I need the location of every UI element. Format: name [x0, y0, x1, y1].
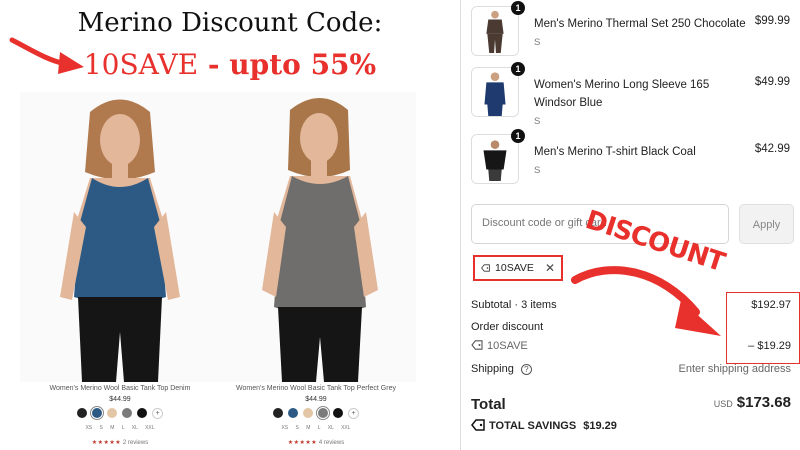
promo-offer: - upto 55%	[198, 48, 377, 81]
remove-discount-icon[interactable]: ✕	[545, 261, 555, 275]
applied-code: 10SAVE	[495, 262, 534, 274]
swatch-grey[interactable]	[122, 408, 132, 418]
cart-item-variant: S	[534, 116, 541, 127]
swatch-beige[interactable]	[303, 408, 313, 418]
product-photo[interactable]	[20, 92, 220, 382]
cart-item-thumbnail	[471, 67, 519, 117]
swatch-grey[interactable]	[316, 406, 330, 420]
shipping-value: Enter shipping address	[678, 363, 791, 375]
product-photo[interactable]	[216, 92, 416, 382]
tag-icon	[471, 419, 485, 431]
product-reviews[interactable]: ★★★★★ 4 reviews	[216, 439, 416, 446]
quantity-badge: 1	[511, 62, 525, 76]
tag-icon	[481, 264, 490, 272]
product-card[interactable]: Women's Merino Wool Basic Tank Top Perfe…	[216, 92, 416, 447]
size-list: XS S M L XL XXL	[85, 425, 155, 431]
quantity-badge: 1	[511, 1, 525, 15]
size-list: XS S M L XL XXL	[281, 425, 351, 431]
total-savings-row: TOTAL SAVINGS $19.29	[471, 419, 797, 432]
total-label: Total	[471, 396, 506, 413]
cart-item-title: Women's Merino Long Sleeve 165 Windsor B…	[534, 79, 710, 109]
discount-highlight-box	[726, 292, 800, 364]
star-rating-icon: ★★★★★	[91, 440, 122, 446]
total-row: Total USD $173.68	[471, 394, 797, 413]
product-price: $44.99	[109, 396, 131, 403]
cart-item-name: Men's Merino Thermal Set 250 Chocolate S	[534, 15, 749, 52]
product-card[interactable]: Women's Merino Wool Basic Tank Top Denim…	[20, 92, 220, 447]
red-arrow-icon	[571, 266, 721, 336]
swatch-beige[interactable]	[107, 408, 117, 418]
cart-item-name: Women's Merino Long Sleeve 165 Windsor B…	[534, 76, 749, 131]
more-swatches-button[interactable]: +	[348, 408, 359, 419]
more-swatches-button[interactable]: +	[152, 408, 163, 419]
savings-label: TOTAL SAVINGS	[489, 420, 577, 432]
savings-value: $19.29	[583, 420, 617, 432]
swatch-denim[interactable]	[288, 408, 298, 418]
color-swatches: +	[216, 406, 416, 420]
help-circle-icon[interactable]: ?	[520, 364, 532, 375]
cart-item-variant: S	[534, 165, 541, 176]
order-discount-label: Order discount	[471, 321, 544, 333]
cart-item-title: Men's Merino Thermal Set 250 Chocolate	[534, 18, 746, 30]
swatch-coal[interactable]	[137, 408, 147, 418]
cart-item: 1 Men's Merino T-shirt Black Coal S $42.…	[471, 129, 796, 184]
cart-item-price: $42.99	[754, 143, 790, 155]
cart-item-name: Men's Merino T-shirt Black Coal S	[534, 143, 749, 180]
product-price: $44.99	[305, 396, 327, 403]
cart-item: 1 Women's Merino Long Sleeve 165 Windsor…	[471, 62, 796, 127]
swatch-black[interactable]	[77, 408, 87, 418]
cart-item: 1 Men's Merino Thermal Set 250 Chocolate…	[471, 1, 796, 56]
review-count: 4 reviews	[318, 440, 345, 446]
star-rating-icon: ★★★★★	[287, 440, 318, 446]
promo-code: 10SAVE	[83, 48, 199, 81]
tag-icon	[471, 340, 483, 350]
swatch-coal[interactable]	[333, 408, 343, 418]
discount-code-line: 10SAVE	[487, 340, 528, 352]
swatch-black[interactable]	[273, 408, 283, 418]
cart-item-variant: S	[534, 37, 541, 48]
subtotal-label: Subtotal · 3 items	[471, 299, 557, 311]
review-count: 2 reviews	[122, 440, 149, 446]
currency-code: USD	[713, 399, 733, 409]
cart-item-price: $49.99	[754, 76, 790, 88]
total-value-group: USD $173.68	[714, 394, 791, 411]
promo-code-line: 10SAVE - upto 55%	[0, 48, 460, 81]
total-value: $173.68	[736, 394, 791, 411]
apply-button[interactable]: Apply	[739, 204, 794, 244]
swatch-denim[interactable]	[90, 406, 104, 420]
product-title[interactable]: Women's Merino Wool Basic Tank Top Perfe…	[216, 385, 416, 392]
applied-discount-tag: 10SAVE ✕	[473, 255, 563, 281]
quantity-badge: 1	[511, 129, 525, 143]
cart-item-thumbnail	[471, 6, 519, 56]
shipping-label: Shipping	[471, 363, 514, 375]
color-swatches: +	[20, 406, 220, 420]
cart-item-price: $99.99	[754, 15, 790, 27]
promo-panel: Merino Discount Code: 10SAVE - upto 55% …	[0, 0, 460, 450]
cart-item-thumbnail	[471, 134, 519, 184]
checkout-summary: 1 Men's Merino Thermal Set 250 Chocolate…	[460, 0, 800, 450]
shipping-row: Shipping ? Enter shipping address	[471, 363, 797, 375]
product-reviews[interactable]: ★★★★★ 2 reviews	[20, 439, 220, 446]
product-title[interactable]: Women's Merino Wool Basic Tank Top Denim	[20, 385, 220, 392]
cart-item-title: Men's Merino T-shirt Black Coal	[534, 146, 696, 158]
